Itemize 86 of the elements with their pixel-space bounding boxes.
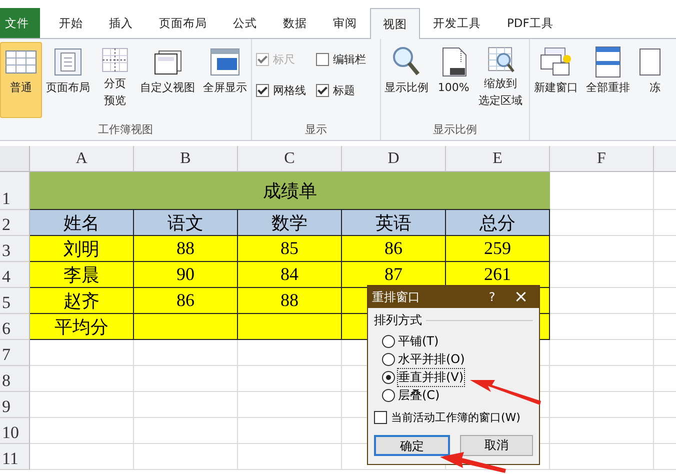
ribbon-button[interactable]: 自定义视图: [136, 42, 199, 112]
ribbon-tab[interactable]: 页面布局: [146, 8, 220, 38]
ok-button[interactable]: 确定: [374, 435, 450, 456]
ribbon-button[interactable]: 分页 预览: [94, 42, 136, 112]
ribbon-button[interactable]: 新建窗口: [530, 42, 582, 112]
table-cell: 赵齐: [30, 288, 134, 314]
table-cell: 刘明: [30, 236, 134, 262]
checkbox[interactable]: [374, 411, 387, 424]
arrow: [440, 452, 506, 473]
table-cell: 86: [342, 236, 446, 262]
row-header[interactable]: 5: [0, 288, 30, 314]
file-tab[interactable]: 文件: [0, 8, 40, 38]
radio-button[interactable]: [382, 334, 395, 348]
table-cell: 88: [134, 236, 238, 262]
ribbon-tab[interactable]: 公式: [220, 8, 270, 38]
table-cell: 86: [134, 288, 238, 314]
ribbon-button[interactable]: 普通: [0, 42, 42, 118]
radio-label: 平铺(T): [398, 332, 439, 350]
radio-label: 垂直并排(V): [398, 368, 464, 386]
row-header[interactable]: 10: [0, 418, 30, 444]
table-cell: 90: [134, 262, 238, 288]
ribbon-tab[interactable]: PDF工具: [494, 8, 566, 38]
ribbon-tab[interactable]: 开发工具: [420, 8, 494, 38]
table-cell: 姓名: [30, 210, 134, 236]
table-cell: 李晨: [30, 262, 134, 288]
ribbon-button[interactable]: 100%: [432, 42, 475, 112]
table-cell: 84: [238, 262, 342, 288]
arrow: [470, 380, 541, 405]
row-header[interactable]: 11: [0, 444, 30, 470]
table-cell: 259: [446, 236, 550, 262]
table-cell: 语文: [134, 210, 238, 236]
checkbox-label: 标尺: [273, 52, 295, 67]
ribbon-button[interactable]: 全屏显示: [199, 42, 251, 112]
checkbox-label: 编辑栏: [333, 52, 366, 67]
row-header[interactable]: 2: [0, 210, 30, 236]
group-label: 排列方式: [374, 312, 422, 329]
radio-label: 水平并排(O): [398, 350, 465, 368]
row-header[interactable]: 6: [0, 314, 30, 340]
ribbon-button[interactable]: 显示比例: [380, 42, 433, 112]
row-header[interactable]: 7: [0, 340, 30, 366]
dialog-title: 重排窗口: [372, 288, 421, 306]
ribbon-button[interactable]: 冻: [634, 42, 676, 112]
table-cell: 英语: [342, 210, 446, 236]
ribbon-tab[interactable]: 审阅: [320, 8, 370, 38]
table-cell: 85: [238, 236, 342, 262]
row-header[interactable]: 4: [0, 262, 30, 288]
cancel-button[interactable]: 取消: [460, 435, 533, 456]
table-cell: 88: [238, 288, 342, 314]
radio-button[interactable]: [382, 370, 395, 384]
radio-label: 层叠(C): [398, 386, 440, 404]
table-cell: 平均分: [30, 314, 134, 340]
row-header[interactable]: 3: [0, 236, 30, 262]
ribbon-button[interactable]: 缩放到 选定区域: [474, 42, 527, 112]
radio-button[interactable]: [382, 352, 395, 366]
column-header[interactable]: E: [446, 146, 550, 172]
checkbox-label: 当前活动工作簿的窗口(W): [391, 410, 520, 425]
column-header[interactable]: A: [30, 146, 134, 172]
close-button[interactable]: ×: [507, 287, 535, 307]
row-header[interactable]: 9: [0, 392, 30, 418]
checkbox[interactable]: [316, 84, 329, 97]
ribbon-tab[interactable]: 数据: [270, 8, 320, 38]
column-header[interactable]: B: [134, 146, 238, 172]
ribbon-tab[interactable]: 开始: [46, 8, 96, 38]
radio-button[interactable]: [382, 388, 395, 402]
checkbox-label: 标题: [333, 83, 355, 98]
ribbon-tab[interactable]: 插入: [96, 8, 146, 38]
ribbon-tab[interactable]: 视图: [370, 8, 420, 39]
table-cell: 数学: [238, 210, 342, 236]
checkbox-label: 网格线: [273, 83, 306, 98]
checkbox[interactable]: [316, 53, 329, 66]
column-header[interactable]: D: [342, 146, 446, 172]
group-label: 工作簿视图: [97, 122, 154, 138]
checkbox[interactable]: [256, 84, 269, 97]
help-button[interactable]: ?: [477, 290, 507, 304]
row-header[interactable]: 1: [0, 172, 30, 210]
ribbon-button[interactable]: 页面布局: [42, 42, 94, 112]
column-header[interactable]: C: [238, 146, 342, 172]
table-cell: 总分: [446, 210, 550, 236]
table-title: 成绩单: [30, 172, 550, 210]
ribbon-button[interactable]: 全部重排: [582, 42, 634, 112]
row-header[interactable]: 8: [0, 366, 30, 392]
table-cell: 261: [446, 262, 550, 288]
group-label: 显示比例: [432, 122, 478, 138]
column-header[interactable]: F: [550, 146, 654, 172]
group-label: 显示: [304, 122, 328, 138]
table-cell: 87: [342, 262, 446, 288]
